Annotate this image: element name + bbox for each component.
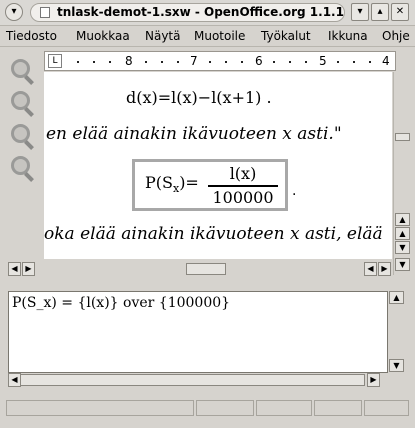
document-vertical-scrollbar[interactable]: ▲ ▲ ▼ ▼ [393, 72, 410, 275]
scroll-thumb[interactable] [395, 133, 410, 141]
status-field [364, 400, 409, 416]
status-field [314, 400, 362, 416]
formula-fraction: l(x) 100000 [208, 164, 278, 207]
show-all-icon[interactable] [8, 153, 38, 182]
scroll-thumb[interactable] [20, 374, 365, 386]
page-down-icon[interactable]: ▼ [395, 241, 410, 254]
ruler: L 8 7 6 5 4 [44, 51, 396, 71]
menu-muotoile[interactable]: Muotoile [194, 29, 245, 43]
formula-period: . [292, 183, 297, 199]
ruler-number: 6 [255, 54, 263, 68]
command-vertical-scrollbar[interactable]: ▲ ▼ [388, 291, 405, 373]
minimize-button[interactable]: ▾ [351, 3, 369, 21]
status-field [6, 400, 194, 416]
menu-tiedosto[interactable]: Tiedosto [6, 29, 57, 43]
scroll-up-icon[interactable]: ▲ [389, 291, 404, 304]
menu-nayta[interactable]: Näytä [145, 29, 181, 43]
scroll-down-icon[interactable]: ▼ [389, 359, 404, 372]
document-text-line: en elää ainakin ikävuoteen x asti." [46, 124, 342, 144]
scroll-right-icon[interactable]: ▶ [22, 262, 35, 276]
tab-stop-selector[interactable]: L [48, 54, 62, 68]
close-button[interactable]: ✕ [391, 3, 409, 21]
status-field [256, 400, 312, 416]
formula-command-editor[interactable]: P(S_x) = {l(x)} over {100000} [8, 291, 388, 373]
ruler-number: 7 [190, 54, 198, 68]
document-icon [40, 7, 50, 18]
formula-object[interactable]: P(Sx)= l(x) 100000 [132, 159, 288, 211]
document-horizontal-scrollbar[interactable]: ◀ ▶ ◀ ▶ [8, 262, 392, 276]
zoom-100-icon[interactable] [8, 121, 38, 150]
status-field [196, 400, 254, 416]
document-area[interactable]: d(x)=l(x)−l(x+1) . en elää ainakin ikävu… [44, 72, 392, 259]
command-horizontal-scrollbar[interactable]: ◀ ▶ [8, 373, 388, 387]
page-up-icon[interactable]: ▲ [395, 213, 410, 226]
scroll-thumb[interactable] [186, 263, 226, 275]
window-title: tnlask-demot-1.sxw - OpenOffice.org 1.1.… [57, 5, 344, 19]
title-bar: ▾ tnlask-demot-1.sxw - OpenOffice.org 1.… [0, 0, 415, 26]
equation-dx: d(x)=l(x)−l(x+1) . [126, 88, 272, 107]
document-text-line: oka elää ainakin ikävuoteen x asti, elää [44, 224, 383, 244]
zoom-toolbar [0, 48, 42, 248]
status-bar [2, 398, 413, 418]
menu-bar: Tiedosto Muokkaa Näytä Muotoile Työkalut… [0, 27, 415, 47]
menu-ohje[interactable]: Ohje [382, 29, 410, 43]
ruler-number: 8 [125, 54, 133, 68]
scroll-right-icon[interactable]: ▶ [378, 262, 391, 276]
browse-icon[interactable]: ▲ [395, 227, 410, 240]
zoom-in-icon[interactable] [8, 56, 38, 85]
formula-command-text: P(S_x) = {l(x)} over {100000} [12, 295, 231, 311]
menu-muokkaa[interactable]: Muokkaa [76, 29, 130, 43]
ruler-number: 4 [382, 54, 390, 68]
fraction-numerator: l(x) [229, 164, 257, 183]
maximize-button[interactable]: ▴ [371, 3, 389, 21]
zoom-out-icon[interactable] [8, 88, 38, 117]
menu-tyokalut[interactable]: Työkalut [261, 29, 311, 43]
scroll-left-icon[interactable]: ◀ [364, 262, 377, 276]
scroll-right-icon[interactable]: ▶ [367, 373, 380, 387]
window-menu-button[interactable]: ▾ [5, 3, 23, 21]
formula-lhs: P(Sx)= [145, 173, 199, 195]
window-title-pill: tnlask-demot-1.sxw - OpenOffice.org 1.1.… [30, 3, 345, 22]
ruler-scale: 8 7 6 5 4 [65, 55, 393, 68]
ruler-number: 5 [319, 54, 327, 68]
scroll-down-icon[interactable]: ▼ [395, 258, 410, 271]
fraction-denominator: 100000 [212, 188, 274, 207]
scroll-left-icon[interactable]: ◀ [8, 262, 21, 276]
menu-ikkuna[interactable]: Ikkuna [328, 29, 368, 43]
